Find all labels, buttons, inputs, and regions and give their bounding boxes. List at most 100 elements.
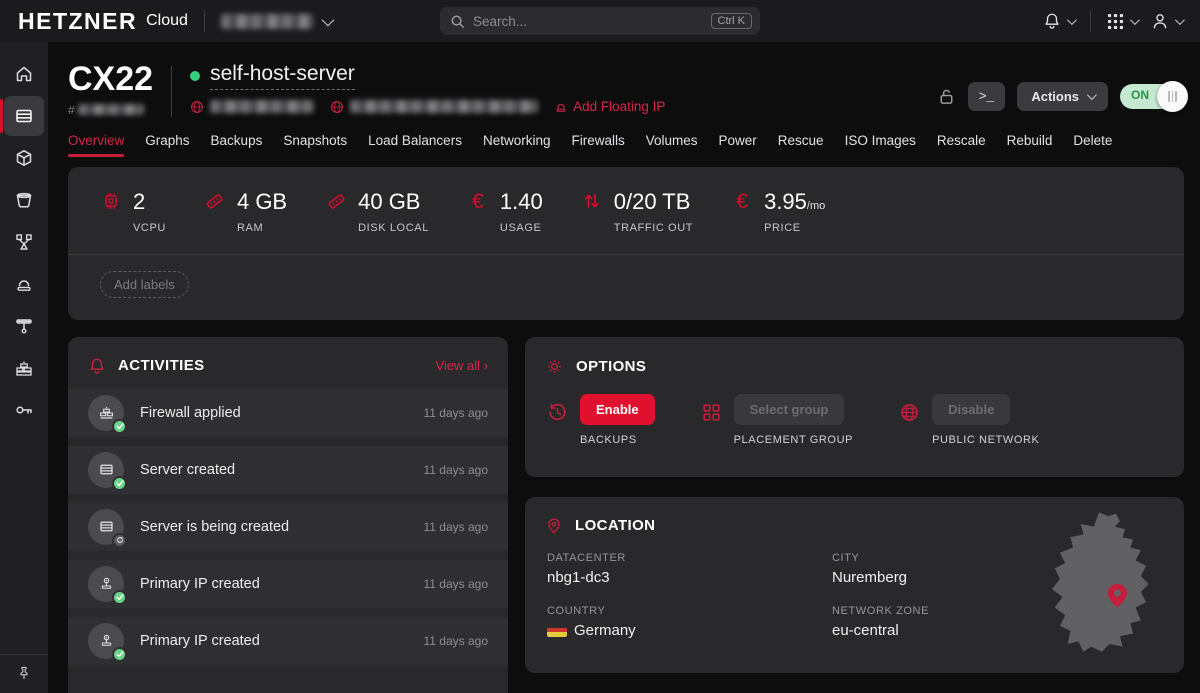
server-icon bbox=[98, 518, 115, 535]
stat-label: DISK LOCAL bbox=[358, 222, 429, 234]
activity-time: 11 days ago bbox=[424, 406, 489, 420]
stats-panel: 2 VCPU bbox=[68, 167, 1184, 320]
globe-icon bbox=[899, 402, 920, 423]
select-placement-group-button[interactable]: Select group bbox=[734, 394, 845, 425]
stat-vcpu: 2 VCPU bbox=[100, 189, 166, 234]
unlock-icon[interactable] bbox=[937, 87, 956, 106]
field-value: nbg1-dc3 bbox=[547, 569, 832, 586]
tab-rescale[interactable]: Rescale bbox=[937, 133, 986, 157]
add-floating-ip-label: Add Floating IP bbox=[573, 99, 665, 114]
search-bar[interactable]: Ctrl K bbox=[440, 7, 760, 35]
germany-map bbox=[1044, 511, 1162, 657]
stat-price: € 3.95/mo PRICE bbox=[731, 189, 825, 234]
activity-row[interactable]: Server is being created 11 days ago bbox=[68, 503, 508, 551]
sidebar-item-servers[interactable] bbox=[4, 96, 44, 136]
chevron-down-icon bbox=[1067, 15, 1077, 25]
ram-icon bbox=[204, 191, 225, 212]
server-header: CX22 # self-host-server bbox=[68, 62, 1184, 117]
power-toggle[interactable]: ON bbox=[1120, 84, 1184, 109]
floating-ip-icon bbox=[554, 100, 568, 114]
chevron-down-icon bbox=[1130, 15, 1140, 25]
sidebar-item-images[interactable] bbox=[4, 138, 44, 178]
sidebar-item-firewalls[interactable] bbox=[4, 348, 44, 388]
option-placement-group: Select group PLACEMENT GROUP bbox=[701, 394, 853, 446]
activity-time: 11 days ago bbox=[424, 577, 489, 591]
location-pin-icon bbox=[545, 517, 563, 535]
enable-backups-button[interactable]: Enable bbox=[580, 394, 655, 425]
sidebar-item-volumes[interactable] bbox=[4, 180, 44, 220]
hetzner-logo[interactable]: HETZNER bbox=[18, 8, 137, 35]
search-icon bbox=[450, 14, 465, 29]
view-all-link[interactable]: View all › bbox=[435, 358, 488, 373]
tab-iso-images[interactable]: ISO Images bbox=[845, 133, 916, 157]
ipv4-chip[interactable] bbox=[190, 100, 314, 114]
ipv6-chip[interactable] bbox=[330, 100, 538, 114]
stat-value: 40 GB bbox=[358, 189, 429, 215]
main-content: CX22 # self-host-server bbox=[48, 42, 1200, 693]
project-name-redacted bbox=[221, 14, 313, 29]
firewall-icon bbox=[14, 358, 34, 378]
console-button[interactable]: >_ bbox=[968, 82, 1006, 111]
euro-icon: € bbox=[472, 191, 484, 234]
sidebar-item-security-keys[interactable] bbox=[4, 390, 44, 430]
actions-button[interactable]: Actions bbox=[1017, 82, 1108, 111]
pin-sidebar-icon[interactable] bbox=[16, 665, 32, 681]
search-input[interactable] bbox=[473, 14, 711, 29]
tab-networking[interactable]: Networking bbox=[483, 133, 551, 157]
euro-icon: € bbox=[736, 191, 748, 234]
activity-row[interactable]: Primary IP created 11 days ago bbox=[68, 617, 508, 665]
server-id-redacted bbox=[78, 104, 144, 115]
activity-time: 11 days ago bbox=[424, 463, 489, 477]
location-title: LOCATION bbox=[575, 517, 655, 534]
tab-volumes[interactable]: Volumes bbox=[646, 133, 698, 157]
tab-snapshots[interactable]: Snapshots bbox=[283, 133, 347, 157]
activity-row[interactable]: Server created 11 days ago bbox=[68, 446, 508, 494]
success-badge bbox=[112, 476, 127, 491]
activity-row[interactable]: Primary IP created 11 days ago bbox=[68, 560, 508, 608]
sidebar-item-load-balancers[interactable] bbox=[4, 222, 44, 262]
stat-disk: 40 GB DISK LOCAL bbox=[325, 189, 429, 234]
tab-graphs[interactable]: Graphs bbox=[145, 133, 189, 157]
tab-firewalls[interactable]: Firewalls bbox=[571, 133, 624, 157]
server-name[interactable]: self-host-server bbox=[210, 62, 355, 90]
tab-overview[interactable]: Overview bbox=[68, 133, 124, 157]
notifications-menu[interactable] bbox=[1043, 12, 1074, 30]
account-menu[interactable] bbox=[1151, 12, 1182, 30]
avatar bbox=[88, 566, 124, 602]
primary-ip-icon bbox=[98, 575, 115, 592]
options-title: OPTIONS bbox=[576, 358, 646, 375]
sidebar-item-home[interactable] bbox=[4, 54, 44, 94]
tab-delete[interactable]: Delete bbox=[1073, 133, 1112, 157]
pending-badge bbox=[112, 533, 127, 548]
stat-traffic: 0/20 TB TRAFFIC OUT bbox=[581, 189, 693, 234]
stat-value-suffix: /mo bbox=[807, 200, 825, 212]
avatar bbox=[88, 395, 124, 431]
activity-time: 11 days ago bbox=[424, 634, 489, 648]
add-floating-ip-button[interactable]: Add Floating IP bbox=[554, 99, 665, 114]
activity-title: Primary IP created bbox=[140, 576, 260, 592]
option-backups: Enable BACKUPS bbox=[547, 394, 655, 446]
project-selector[interactable] bbox=[221, 14, 331, 29]
tab-load-balancers[interactable]: Load Balancers bbox=[368, 133, 462, 157]
tab-power[interactable]: Power bbox=[719, 133, 757, 157]
success-badge bbox=[112, 647, 127, 662]
sidebar-item-networks[interactable] bbox=[4, 306, 44, 346]
tab-rebuild[interactable]: Rebuild bbox=[1007, 133, 1053, 157]
topbar-divider bbox=[1090, 10, 1091, 32]
server-icon bbox=[98, 461, 115, 478]
apps-menu[interactable] bbox=[1107, 13, 1137, 30]
tab-rescue[interactable]: Rescue bbox=[778, 133, 824, 157]
germany-flag-icon bbox=[547, 624, 567, 637]
bell-icon bbox=[1043, 12, 1061, 30]
tab-backups[interactable]: Backups bbox=[211, 133, 263, 157]
chevron-down-icon bbox=[1087, 90, 1097, 100]
stat-label: PRICE bbox=[764, 222, 825, 234]
sidebar-item-floating-ips[interactable] bbox=[4, 264, 44, 304]
field-label: COUNTRY bbox=[547, 605, 832, 617]
status-dot-running bbox=[190, 71, 200, 81]
location-panel: LOCATION DATACENTER nbg1-dc3 CITY Nuremb… bbox=[525, 497, 1184, 673]
activity-row[interactable]: Firewall applied 11 days ago bbox=[68, 389, 508, 437]
avatar bbox=[88, 452, 124, 488]
add-labels-button[interactable]: Add labels bbox=[100, 271, 189, 298]
disable-public-network-button[interactable]: Disable bbox=[932, 394, 1010, 425]
